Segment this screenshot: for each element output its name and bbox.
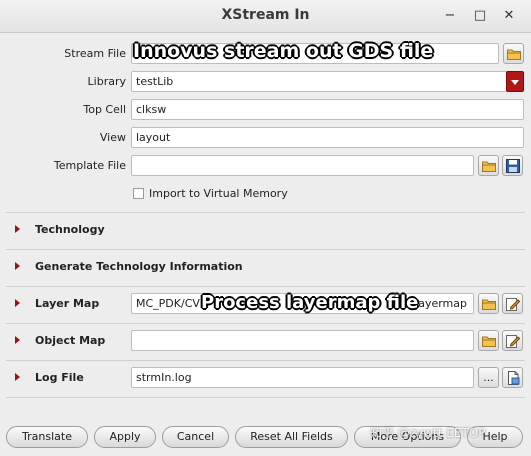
save-icon (505, 158, 520, 173)
expand-triangle-icon[interactable] (15, 336, 20, 344)
log-file-view-button[interactable] (502, 367, 523, 388)
template-file-browse-button[interactable] (478, 155, 499, 176)
minimize-icon[interactable]: − (440, 6, 460, 26)
close-icon[interactable]: ✕ (499, 6, 519, 26)
folder-icon (481, 299, 496, 310)
template-file-save-button[interactable] (502, 155, 523, 176)
object-map-section: Object Map (6, 326, 525, 356)
folder-icon (481, 161, 496, 172)
separator (6, 323, 525, 324)
stream-file-label: Stream File (64, 47, 126, 60)
apply-button[interactable]: Apply (94, 426, 156, 448)
gen-tech-info-section[interactable]: Generate Technology Information (6, 252, 525, 282)
separator (6, 249, 525, 250)
folder-icon (506, 49, 521, 60)
library-row: Library testLib (0, 70, 531, 94)
log-file-section: Log File strmIn.log ... (6, 363, 525, 393)
layer-map-browse-button[interactable] (478, 293, 499, 314)
document-icon (507, 370, 519, 385)
import-vm-checkbox[interactable] (133, 188, 144, 199)
edit-icon (505, 297, 520, 311)
separator (6, 212, 525, 213)
library-dropdown-arrow[interactable] (506, 71, 524, 92)
view-input[interactable]: layout (131, 127, 524, 148)
library-select[interactable]: testLib (131, 71, 507, 92)
watermark: 知乎 @zywtt EETOP (370, 426, 486, 440)
object-map-section-label: Object Map (35, 334, 106, 347)
separator (6, 360, 525, 361)
translate-button[interactable]: Translate (6, 426, 88, 448)
layer-map-value: MC_PDK/CVN (136, 297, 209, 310)
template-file-label: Template File (53, 159, 126, 172)
object-map-edit-button[interactable] (502, 330, 523, 351)
log-file-browse-button[interactable]: ... (478, 367, 499, 388)
reset-all-fields-button[interactable]: Reset All Fields (235, 426, 348, 448)
import-vm-label: Import to Virtual Memory (149, 187, 288, 200)
object-map-input[interactable] (131, 330, 474, 351)
title-bar: XStream In − □ ✕ (0, 0, 531, 33)
maximize-icon[interactable]: □ (470, 6, 490, 26)
expand-triangle-icon[interactable] (15, 299, 20, 307)
layer-map-edit-button[interactable] (502, 293, 523, 314)
view-row: View layout (0, 126, 531, 150)
folder-icon (481, 336, 496, 347)
edit-icon (505, 334, 520, 348)
cancel-button[interactable]: Cancel (162, 426, 229, 448)
gen-tech-info-section-label: Generate Technology Information (35, 260, 243, 273)
log-file-input[interactable]: strmIn.log (131, 367, 474, 388)
technology-section[interactable]: Technology (6, 215, 525, 245)
stream-file-annotation: Innovus stream out GDS file (133, 40, 434, 62)
view-label: View (99, 131, 126, 144)
stream-file-browse-button[interactable] (503, 43, 524, 64)
template-file-input[interactable] (131, 155, 474, 176)
top-cell-label: Top Cell (83, 103, 126, 116)
separator (6, 286, 525, 287)
log-file-section-label: Log File (35, 371, 84, 384)
expand-triangle-icon[interactable] (15, 373, 20, 381)
top-cell-row: Top Cell clksw (0, 98, 531, 122)
expand-triangle-icon[interactable] (15, 225, 20, 233)
template-file-row: Template File (0, 154, 531, 178)
technology-section-label: Technology (35, 223, 105, 236)
top-cell-input[interactable]: clksw (131, 99, 524, 120)
separator (6, 397, 525, 398)
layer-map-section-label: Layer Map (35, 297, 100, 310)
layer-map-annotation: Process layermap file (201, 292, 419, 313)
library-label: Library (87, 75, 126, 88)
expand-triangle-icon[interactable] (15, 262, 20, 270)
object-map-browse-button[interactable] (478, 330, 499, 351)
